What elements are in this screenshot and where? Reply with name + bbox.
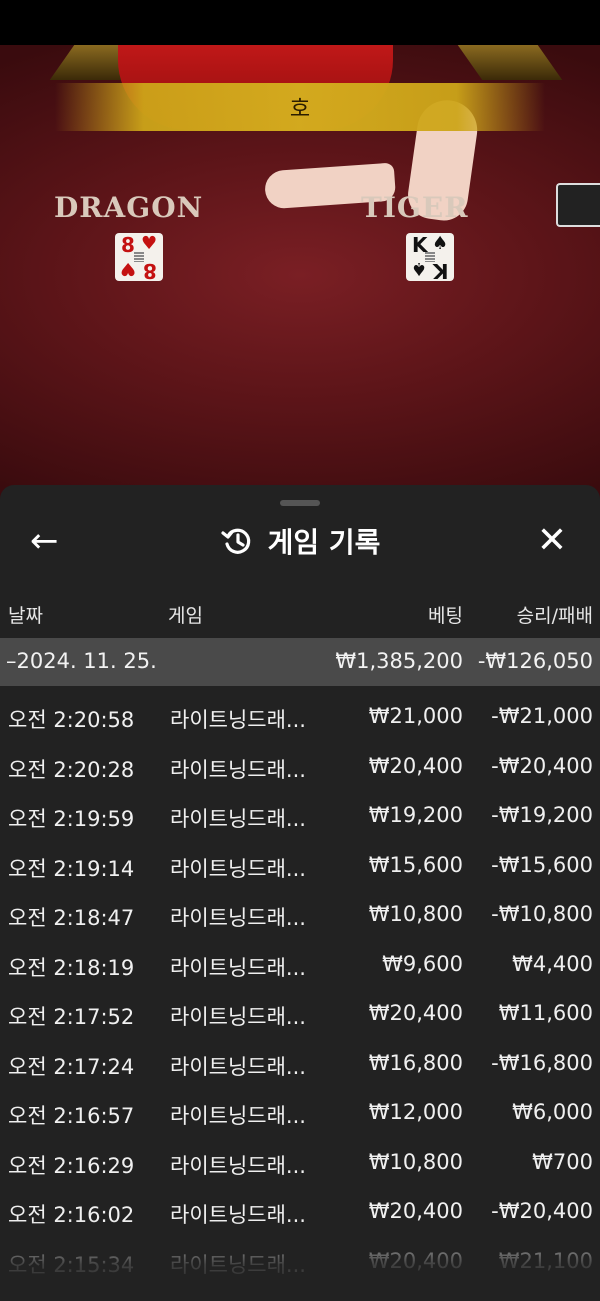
column-header-date: 날짜 [8,605,43,627]
row-game: 라이트닝드래... [170,807,306,831]
result-text: 호 [289,97,311,122]
row-win-loss: -₩15,600 [491,852,593,877]
row-bet: ₩10,800 [368,902,463,926]
row-time: 오전 2:16:29 [8,1153,135,1178]
row-time: 오전 2:18:19 [8,955,135,980]
history-row[interactable]: 오전 2:20:58 라이트닝드래... ₩21,000 -₩21,000 [0,692,600,742]
tiger-card: K ♠ ♠ K [406,233,454,283]
row-win-loss: -₩21,000 [491,704,593,728]
row-win-loss: -₩19,200 [491,803,593,827]
row-win-loss: ₩6,000 [512,1100,593,1124]
row-time: 오전 2:20:58 [8,708,135,732]
row-game: 라이트닝드래... [170,955,306,980]
result-banner: 호 [55,83,545,131]
row-game: 라이트닝드래... [170,1252,306,1277]
row-bet: ₩19,200 [368,803,463,827]
row-game: 라이트닝드래... [170,757,306,782]
row-game: 라이트닝드래... [170,708,306,732]
row-time: 오전 2:16:57 [8,1104,135,1128]
row-win-loss: -₩10,800 [491,902,593,926]
row-time: 오전 2:19:59 [8,807,135,831]
table-gold-trim-right [457,45,563,80]
row-win-loss: ₩11,600 [498,1001,593,1025]
history-icon [220,528,250,554]
row-bet: ₩20,400 [368,1199,463,1223]
row-time: 오전 2:19:14 [8,856,135,881]
history-row[interactable]: 오전 2:18:19 라이트닝드래... ₩9,600 ₩4,400 [0,940,600,990]
row-win-loss: -₩20,400 [491,1199,593,1223]
history-row[interactable]: 오전 2:20:28 라이트닝드래... ₩20,400 -₩20,400 [0,742,600,792]
row-time: 오전 2:18:47 [8,906,135,930]
summary-bet: ₩1,385,200 [335,649,463,673]
row-game: 라이트닝드래... [170,1104,306,1128]
card-shoe [556,183,600,227]
tiger-label: TIGER [361,191,469,224]
row-win-loss: ₩21,100 [498,1248,593,1273]
dragon-card: 8 ♥ ♥ 8 [115,233,163,283]
history-row[interactable]: 오전 2:15:34 라이트닝드래... ₩20,400 ₩21,100 [0,1237,600,1287]
close-button[interactable]: ✕ [532,521,572,561]
history-row[interactable]: 오전 2:16:29 라이트닝드래... ₩10,800 ₩700 [0,1138,600,1188]
column-header-bet: 베팅 [428,605,463,627]
row-time: 오전 2:16:02 [8,1203,135,1227]
close-icon: ✕ [536,520,568,561]
row-bet: ₩9,600 [382,951,463,976]
panel-title: 게임 기록 [267,526,381,559]
history-row[interactable]: 오전 2:16:02 라이트닝드래... ₩20,400 -₩20,400 [0,1187,600,1237]
row-win-loss: ₩4,400 [512,951,593,976]
history-row[interactable]: 오전 2:18:47 라이트닝드래... ₩10,800 -₩10,800 [0,890,600,940]
history-row[interactable]: 오전 2:17:52 라이트닝드래... ₩20,400 ₩11,600 [0,989,600,1039]
row-time: 오전 2:20:28 [8,757,135,782]
drag-handle[interactable] [280,500,320,506]
row-win-loss: ₩700 [532,1149,593,1174]
row-time: 오전 2:17:52 [8,1005,135,1029]
history-row[interactable]: 오전 2:19:14 라이트닝드래... ₩15,600 -₩15,600 [0,841,600,891]
row-bet: ₩20,400 [368,1001,463,1025]
row-bet: ₩16,800 [368,1050,463,1075]
row-bet: ₩15,600 [368,852,463,877]
date-group-header[interactable]: –2024. 11. 25. ₩1,385,200 -₩126,050 [0,638,600,686]
row-win-loss: -₩16,800 [491,1050,593,1075]
column-header-win-loss: 승리/패배 [516,605,593,627]
row-bet: ₩21,000 [368,704,463,728]
row-game: 라이트닝드래... [170,906,306,930]
history-row[interactable]: 오전 2:16:57 라이트닝드래... ₩12,000 ₩6,000 [0,1088,600,1138]
column-header-game: 게임 [168,605,203,627]
history-row[interactable]: 오전 2:19:59 라이트닝드래... ₩19,200 -₩19,200 [0,791,600,841]
row-game: 라이트닝드래... [170,1054,306,1079]
row-bet: ₩10,800 [368,1149,463,1174]
dragon-label: DRAGON [54,191,204,224]
live-game-view: 호 DRAGON TIGER 8 ♥ ♥ 8 K ♠ ♠ K [0,45,600,505]
row-time: 오전 2:17:24 [8,1054,135,1079]
row-time: 오전 2:15:34 [8,1252,135,1277]
row-bet: ₩20,400 [368,1248,463,1273]
row-win-loss: -₩20,400 [491,753,593,778]
row-game: 라이트닝드래... [170,1203,306,1227]
summary-win-loss: -₩126,050 [477,649,593,673]
panel-header: 게임 기록 [0,521,600,561]
game-history-panel: ← 게임 기록 ✕ 날짜 게임 베팅 승리/패배 –2024. 11. 25. … [0,485,600,1301]
history-list: 오전 2:20:58 라이트닝드래... ₩21,000 -₩21,000 오전 2:… [0,692,600,1286]
history-row[interactable]: 오전 2:17:24 라이트닝드래... ₩16,800 -₩16,800 [0,1039,600,1089]
row-game: 라이트닝드래... [170,1153,306,1178]
row-bet: ₩20,400 [368,753,463,778]
row-bet: ₩12,000 [368,1100,463,1124]
summary-date: –2024. 11. 25. [6,649,157,673]
row-game: 라이트닝드래... [170,856,306,881]
row-game: 라이트닝드래... [170,1005,306,1029]
